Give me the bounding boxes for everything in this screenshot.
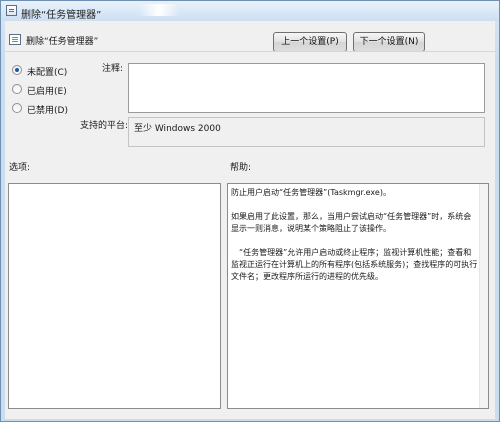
radio-label[interactable]: 已启用(E) (27, 84, 67, 97)
help-pane[interactable]: 防止用户启动“任务管理器”(Taskmgr.exe)。 如果启用了此设置，那么，… (227, 183, 489, 409)
help-label: 帮助: (230, 163, 252, 173)
radio-label[interactable]: 未配置(C) (27, 65, 67, 78)
supported-platform-value: 至少 Windows 2000 (134, 124, 221, 134)
policy-settings-icon (6, 5, 17, 16)
help-paragraph: 防止用户启动“任务管理器”(Taskmgr.exe)。 (231, 188, 391, 197)
options-pane[interactable] (8, 183, 221, 409)
title-bar-glare (139, 4, 179, 16)
policy-dialog-window: 删除“任务管理器” 删除“任务管理器” 上一个设置(P) 下一个设置(N) 未配… (0, 0, 500, 422)
help-paragraph: 如果启用了此设置，那么，当用户尝试启动“任务管理器”时，系统会显示一则消息，说明… (231, 212, 472, 233)
next-setting-button[interactable]: 下一个设置(N) (353, 32, 425, 52)
title-bar[interactable]: 删除“任务管理器” (1, 1, 499, 21)
supported-platform-label: 支持的平台: (80, 121, 129, 131)
window-title: 删除“任务管理器” (21, 10, 102, 21)
header-divider (5, 51, 495, 52)
supported-platform-field: 至少 Windows 2000 (128, 117, 485, 147)
dialog-client-area: 删除“任务管理器” 上一个设置(P) 下一个设置(N) 未配置(C) 已启用(E… (5, 21, 495, 419)
radio-label[interactable]: 已禁用(D) (27, 103, 68, 116)
options-label: 选项: (9, 163, 31, 173)
setting-document-icon (9, 34, 21, 45)
previous-setting-button[interactable]: 上一个设置(P) (273, 32, 347, 52)
radio-button[interactable] (12, 84, 22, 94)
radio-button-selected[interactable] (12, 65, 22, 75)
help-paragraph: “任务管理器”允许用户启动或终止程序；监视计算机性能；查看和监视正运行在计算机上… (231, 248, 478, 281)
setting-title: 删除“任务管理器” (26, 37, 99, 47)
comment-label: 注释: (102, 64, 124, 74)
comment-textarea[interactable] (128, 63, 485, 113)
help-scrollbar[interactable] (479, 184, 488, 408)
radio-button[interactable] (12, 103, 22, 113)
